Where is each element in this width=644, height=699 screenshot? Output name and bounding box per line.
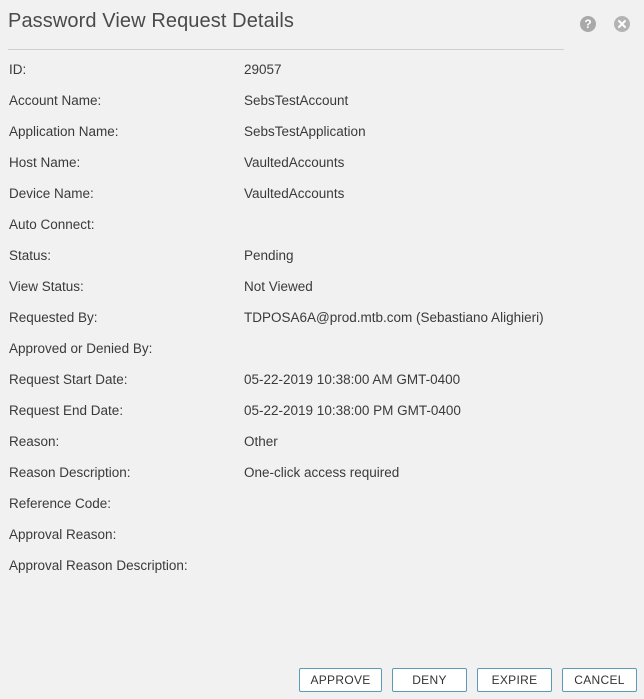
detail-row-approval-reason: Approval Reason: — [9, 525, 629, 556]
detail-value: Other — [244, 434, 278, 449]
detail-label: ID: — [9, 62, 27, 77]
detail-label: Account Name: — [9, 93, 102, 108]
detail-label: Approval Reason Description: — [9, 558, 188, 573]
detail-label: Requested By: — [9, 310, 98, 325]
detail-row-auto-connect: Auto Connect: — [9, 215, 629, 246]
detail-value: TDPOSA6A@prod.mtb.com (Sebastiano Alighi… — [244, 310, 544, 325]
detail-row-view-status: View Status: Not Viewed — [9, 277, 629, 308]
cancel-button[interactable]: CANCEL — [562, 668, 637, 692]
detail-value: SebsTestAccount — [244, 93, 349, 108]
title-divider — [8, 49, 564, 50]
detail-row-approved-or-denied-by: Approved or Denied By: — [9, 339, 629, 370]
detail-row-account-name: Account Name: SebsTestAccount — [9, 91, 629, 122]
detail-label: Auto Connect: — [9, 217, 95, 232]
detail-row-request-start-date: Request Start Date: 05-22-2019 10:38:00 … — [9, 370, 629, 401]
detail-row-device-name: Device Name: VaultedAccounts — [9, 184, 629, 215]
help-icon[interactable]: ? — [580, 16, 596, 32]
dialog-title: Password View Request Details — [8, 10, 294, 32]
detail-label: Request Start Date: — [9, 372, 128, 387]
detail-row-requested-by: Requested By: TDPOSA6A@prod.mtb.com (Seb… — [9, 308, 629, 339]
detail-label: Host Name: — [9, 155, 81, 170]
detail-label: Request End Date: — [9, 403, 124, 418]
detail-value: 29057 — [244, 62, 282, 77]
detail-row-host-name: Host Name: VaultedAccounts — [9, 153, 629, 184]
detail-label: Approval Reason: — [9, 527, 117, 542]
detail-row-reason-description: Reason Description: One-click access req… — [9, 463, 629, 494]
detail-value: VaultedAccounts — [244, 155, 345, 170]
detail-row-status: Status: Pending — [9, 246, 629, 277]
detail-row-approval-reason-description: Approval Reason Description: — [9, 556, 629, 587]
detail-value: VaultedAccounts — [244, 186, 345, 201]
deny-button[interactable]: DENY — [392, 668, 467, 692]
detail-row-id: ID: 29057 — [9, 60, 629, 91]
approve-button[interactable]: APPROVE — [299, 668, 382, 692]
detail-label: Reason: — [9, 434, 60, 449]
detail-value: Pending — [244, 248, 294, 263]
details-list: ID: 29057 Account Name: SebsTestAccount … — [9, 60, 629, 587]
detail-value: 05-22-2019 10:38:00 PM GMT-0400 — [244, 403, 461, 418]
detail-label: Approved or Denied By: — [9, 341, 153, 356]
detail-row-reference-code: Reference Code: — [9, 494, 629, 525]
detail-label: Reference Code: — [9, 496, 112, 511]
detail-label: Device Name: — [9, 186, 94, 201]
close-icon-glyph — [618, 20, 626, 28]
detail-value: SebsTestApplication — [244, 124, 366, 139]
detail-label: Status: — [9, 248, 52, 263]
expire-button[interactable]: EXPIRE — [477, 668, 552, 692]
detail-row-request-end-date: Request End Date: 05-22-2019 10:38:00 PM… — [9, 401, 629, 432]
detail-value: One-click access required — [244, 465, 400, 480]
detail-row-application-name: Application Name: SebsTestApplication — [9, 122, 629, 153]
detail-label: Application Name: — [9, 124, 119, 139]
detail-value: Not Viewed — [244, 279, 313, 294]
close-icon[interactable] — [614, 16, 630, 32]
detail-value: 05-22-2019 10:38:00 AM GMT-0400 — [244, 372, 461, 387]
detail-row-reason: Reason: Other — [9, 432, 629, 463]
password-view-request-dialog: Password View Request Details ? ID: 2905… — [0, 0, 644, 699]
detail-label: Reason Description: — [9, 465, 131, 480]
detail-label: View Status: — [9, 279, 84, 294]
